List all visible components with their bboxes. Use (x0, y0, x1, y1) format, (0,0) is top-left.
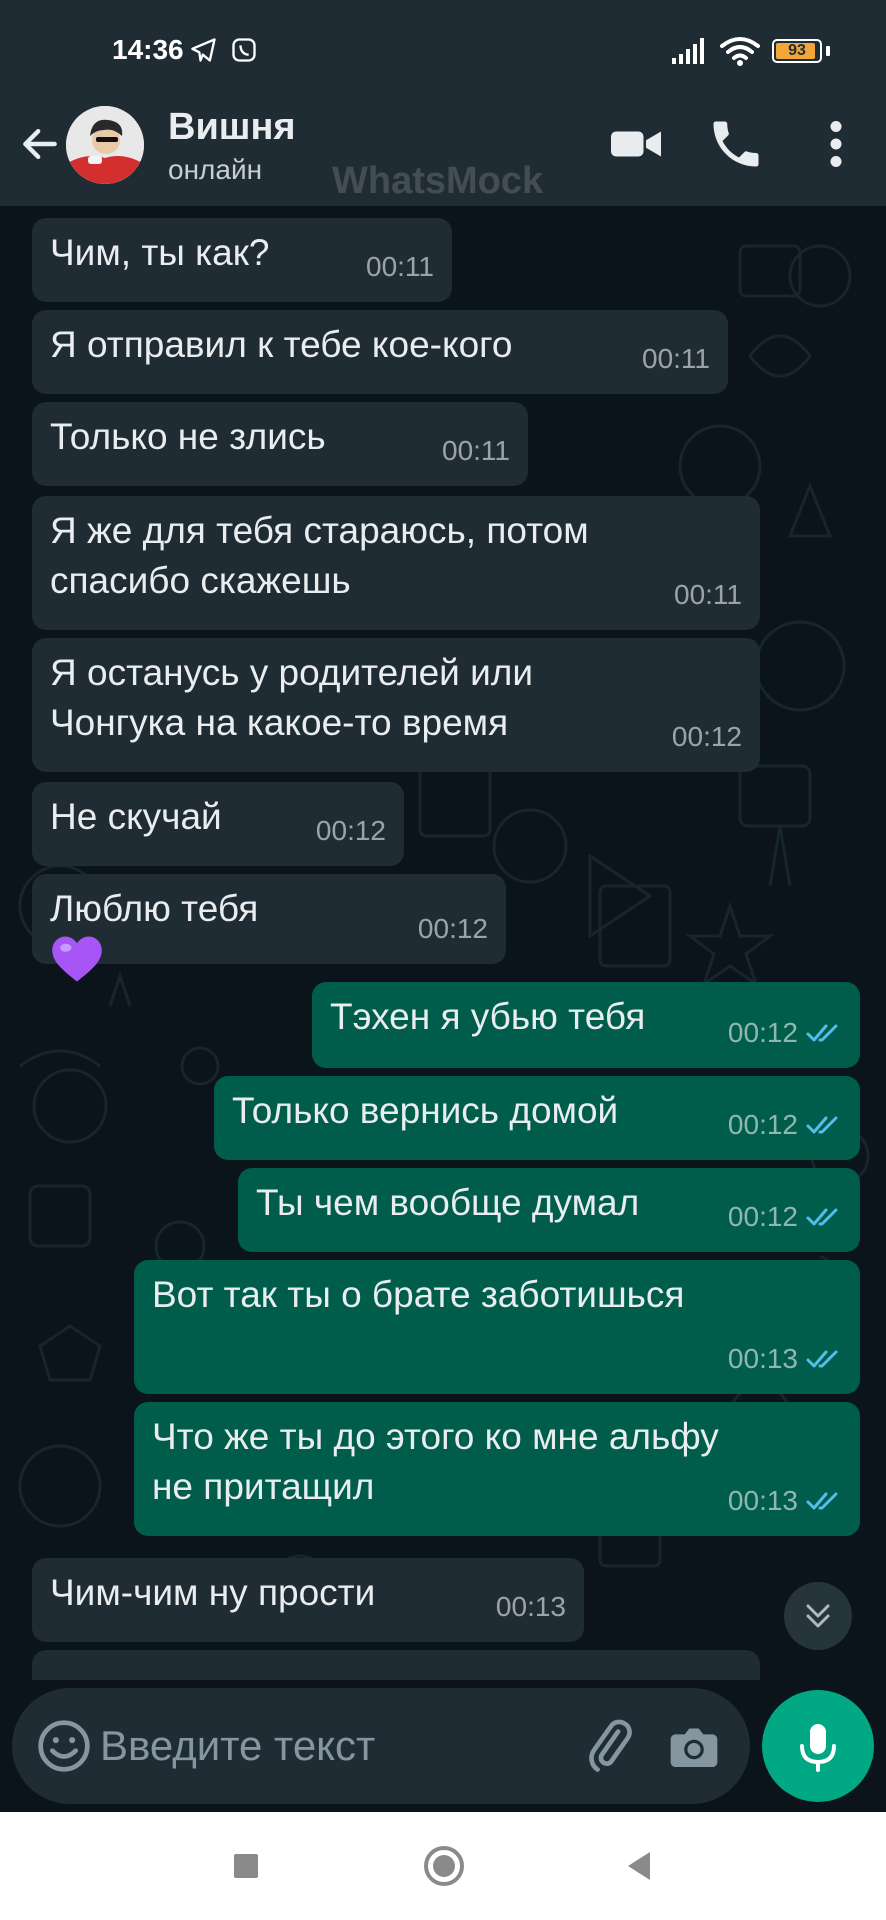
viber-icon (232, 38, 256, 62)
message-incoming[interactable]: Люблю тебя 00:12 (32, 874, 506, 982)
message-outgoing[interactable]: Вот так ты о брате заботишься 00:13 (134, 1260, 860, 1394)
chevron-double-down-icon (806, 1604, 830, 1628)
message-meta: 00:13 (728, 1476, 842, 1526)
message-text: Только не злись (50, 416, 326, 457)
message-time: 00:12 (727, 1201, 798, 1232)
message-incoming[interactable]: Чим-чим ну прости 00:13 (32, 1558, 584, 1642)
signal-icon (672, 38, 704, 64)
message-outgoing[interactable]: Ты чем вообще думал 00:12 (238, 1168, 860, 1252)
battery-percent: 93 (788, 42, 806, 59)
message-meta: 00:12 (728, 1192, 842, 1242)
message-outgoing[interactable]: Тэхен я убью тебя 00:12 (312, 982, 860, 1068)
back-arrow-icon[interactable] (18, 122, 62, 166)
purple-heart-icon (52, 936, 102, 982)
message-input[interactable] (100, 1718, 560, 1774)
avatar[interactable] (66, 106, 144, 184)
message-meta: 00:12 (728, 1008, 842, 1058)
message-time: 00:11 (366, 251, 434, 282)
message-meta: 00:11 (674, 570, 742, 620)
message-time: 00:12 (417, 913, 488, 944)
message-text: Я отправил к тебе кое-кого (50, 324, 513, 365)
read-receipt-icon (806, 1116, 838, 1134)
message-meta: 00:12 (728, 1100, 842, 1150)
emoji-icon[interactable] (36, 1718, 92, 1774)
message-meta: 00:12 (418, 904, 488, 954)
video-call-icon[interactable] (606, 114, 666, 174)
message-incoming[interactable]: Я же для тебя стараюсь, потом спасибо ск… (32, 496, 760, 630)
message-text: Я останусь у родителей или Чонгука на ка… (50, 652, 534, 743)
mic-icon (800, 1724, 836, 1772)
contact-name[interactable]: Вишня (168, 106, 296, 149)
message-meta: 00:12 (672, 712, 742, 762)
phone-icon[interactable] (706, 114, 766, 174)
contact-status: онлайн (168, 154, 263, 185)
message-composer (12, 1688, 750, 1804)
home-circle-icon[interactable] (420, 1842, 468, 1890)
attach-icon[interactable] (582, 1718, 638, 1774)
message-time: 00:13 (495, 1591, 566, 1622)
back-triangle-icon[interactable] (616, 1842, 664, 1890)
status-bar: 14:36 93 (0, 0, 886, 84)
message-meta: 00:12 (316, 806, 386, 856)
mic-button[interactable] (762, 1690, 874, 1802)
message-text: Люблю тебя (50, 888, 259, 929)
message-time: 00:12 (671, 721, 742, 752)
telegram-icon (191, 38, 216, 62)
message-time: 00:11 (642, 343, 710, 374)
message-time: 00:11 (674, 579, 742, 610)
battery-icon: 93 (772, 39, 822, 63)
message-incoming[interactable]: Чим, ты как? 00:11 (32, 218, 452, 302)
message-incoming-partial[interactable] (32, 1650, 760, 1680)
status-time: 14:36 (112, 34, 184, 65)
message-text: Чим-чим ну прости (50, 1572, 376, 1613)
chat-header: Вишня онлайн WhatsMock (0, 84, 886, 206)
message-time: 00:13 (727, 1485, 798, 1516)
system-nav-bar (0, 1812, 886, 1920)
message-time: 00:11 (442, 435, 510, 466)
more-vert-icon[interactable] (806, 114, 866, 174)
message-meta: 00:13 (728, 1334, 842, 1384)
battery-tip (826, 46, 830, 56)
message-meta: 00:13 (496, 1582, 566, 1632)
recents-square-icon[interactable] (222, 1842, 270, 1890)
message-incoming[interactable]: Я останусь у родителей или Чонгука на ка… (32, 638, 760, 772)
read-receipt-icon (806, 1492, 838, 1510)
chat-area[interactable]: Чим, ты как? 00:11 Я отправил к тебе кое… (0, 206, 886, 1680)
message-text: Вот так ты о брате заботишься (152, 1274, 685, 1315)
camera-icon[interactable] (666, 1718, 722, 1774)
message-outgoing[interactable]: Только вернись домой 00:12 (214, 1076, 860, 1160)
read-receipt-icon (806, 1208, 838, 1226)
message-meta: 00:11 (366, 242, 434, 292)
message-incoming[interactable]: Только не злись 00:11 (32, 402, 528, 486)
read-receipt-icon (806, 1350, 838, 1368)
wifi-icon (720, 37, 760, 66)
watermark: WhatsMock (332, 160, 544, 202)
message-time: 00:13 (727, 1343, 798, 1374)
read-receipt-icon (806, 1024, 838, 1042)
message-incoming[interactable]: Не скучай 00:12 (32, 782, 404, 866)
message-text: Я же для тебя стараюсь, потом спасибо ск… (50, 510, 589, 601)
message-outgoing[interactable]: Что же ты до этого ко мне альфу не прита… (134, 1402, 860, 1536)
message-incoming[interactable]: Я отправил к тебе кое-кого 00:11 (32, 310, 728, 394)
message-time: 00:12 (727, 1017, 798, 1048)
message-meta: 00:11 (442, 426, 510, 476)
scroll-to-bottom-button[interactable] (784, 1582, 852, 1650)
message-time: 00:12 (727, 1109, 798, 1140)
message-time: 00:12 (315, 815, 386, 846)
message-meta: 00:11 (642, 334, 710, 384)
